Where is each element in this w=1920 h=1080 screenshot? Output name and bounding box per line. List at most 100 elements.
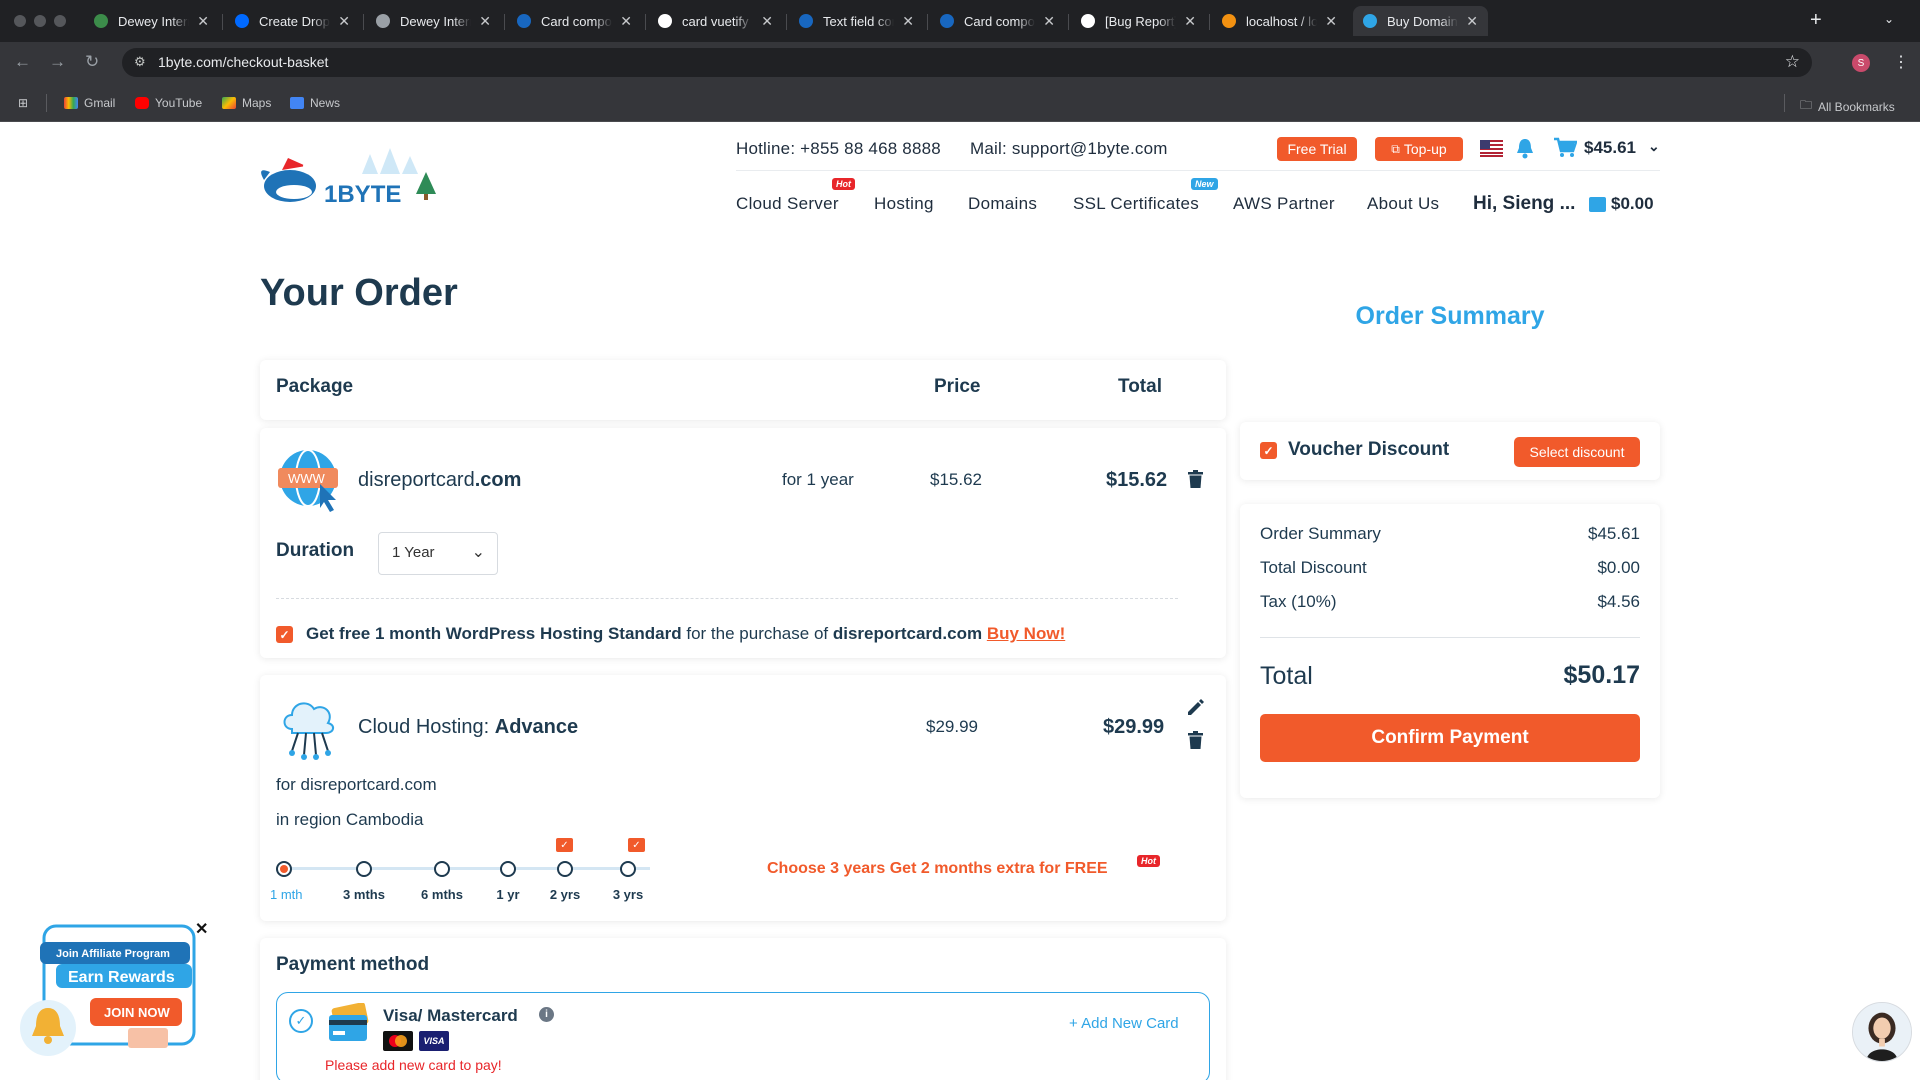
tab-title: Dewey International <box>118 13 189 29</box>
all-bookmarks[interactable]: 🗀 All Bookmarks <box>1800 96 1895 117</box>
browser-tab[interactable]: Text field component ✕ <box>789 6 924 36</box>
url-text[interactable]: 1byte.com/checkout-basket <box>158 54 328 70</box>
close-tab-icon[interactable]: ✕ <box>902 13 914 30</box>
bookmark-gmail[interactable]: Gmail <box>64 96 115 110</box>
period-option-label[interactable]: 1 mth <box>270 887 330 902</box>
nav-about-us[interactable]: About Us <box>1367 194 1439 214</box>
payment-method-name: Visa/ Mastercard <box>383 1006 518 1025</box>
close-tab-icon[interactable]: ✕ <box>338 13 350 30</box>
hosting-order-item: Cloud Hosting: Advance $29.99 $29.99 for… <box>260 675 1226 921</box>
buy-now-link[interactable]: Buy Now! <box>987 624 1065 643</box>
bookmarks-bar: ⊞ Gmail YouTube Maps News 🗀 All Bookmarks <box>0 82 1920 122</box>
summary-row-value: $0.00 <box>1597 558 1640 577</box>
user-greeting[interactable]: Hi, Sieng ... <box>1473 193 1575 215</box>
page-title: Your Order <box>260 272 458 314</box>
chevron-down-icon[interactable]: ⌄ <box>1648 138 1660 155</box>
domain-period: for 1 year <box>782 470 854 489</box>
us-flag-icon[interactable] <box>1480 140 1503 157</box>
order-summary-title: Order Summary <box>1355 302 1545 330</box>
support-chat-avatar[interactable] <box>1852 1002 1912 1062</box>
close-tab-icon[interactable]: ✕ <box>1325 13 1337 30</box>
forward-icon[interactable]: → <box>49 52 66 72</box>
browser-tab[interactable]: card vuetify - Google ✕ <box>648 6 783 36</box>
nav-ssl-certificates[interactable]: SSL Certificates <box>1073 194 1199 214</box>
close-tab-icon[interactable]: ✕ <box>1184 13 1196 30</box>
period-option-label[interactable]: 6 mths <box>412 887 472 902</box>
period-option-label[interactable]: 3 mths <box>334 887 394 902</box>
nav-hosting[interactable]: Hosting <box>874 194 934 214</box>
mastercard-icon <box>383 1031 413 1051</box>
close-icon[interactable]: ✕ <box>195 919 208 939</box>
nav-cloud-server[interactable]: Cloud Server <box>736 194 839 214</box>
site-info-icon[interactable]: ⚙ <box>134 54 146 70</box>
browser-tab[interactable]: [Bug Report] Card ✕ <box>1071 6 1206 36</box>
bookmark-maps[interactable]: Maps <box>222 96 271 110</box>
info-icon[interactable]: i <box>539 1007 554 1022</box>
site-logo[interactable]: 1BYTE <box>260 144 440 212</box>
reload-icon[interactable]: ↻ <box>85 52 99 72</box>
bookmark-star-icon[interactable]: ☆ <box>1785 52 1800 72</box>
topup-button[interactable]: ⧉ Top-up <box>1375 137 1463 161</box>
browser-menu-icon[interactable]: ⋮ <box>1893 52 1909 72</box>
period-option-radio[interactable] <box>276 861 292 877</box>
close-tab-icon[interactable]: ✕ <box>761 13 773 30</box>
cart-amount[interactable]: $45.61 <box>1584 138 1636 158</box>
close-tab-icon[interactable]: ✕ <box>197 13 209 30</box>
visa-mastercard-option[interactable]: ✓ Visa/ Mastercard i VISA Please add new… <box>276 992 1210 1080</box>
confirm-payment-button[interactable]: Confirm Payment <box>1260 714 1640 762</box>
period-option-radio[interactable] <box>500 861 516 877</box>
browser-tab[interactable]: Dewey International ✕ <box>84 6 219 36</box>
period-option-radio[interactable] <box>557 861 573 877</box>
close-tab-icon[interactable]: ✕ <box>1466 13 1478 30</box>
free-trial-button[interactable]: Free Trial <box>1277 137 1357 161</box>
bookmark-youtube[interactable]: YouTube <box>135 96 202 110</box>
domain-name: disreportcard.com <box>358 469 522 491</box>
close-tab-icon[interactable]: ✕ <box>620 13 632 30</box>
close-tab-icon[interactable]: ✕ <box>1043 13 1055 30</box>
browser-tab[interactable]: Card component - ✕ <box>930 6 1065 36</box>
hotline-text[interactable]: Hotline: +855 88 468 8888 <box>736 139 941 159</box>
tab-search-icon[interactable]: ⌄ <box>1884 12 1894 26</box>
profile-avatar[interactable]: S <box>1852 54 1870 72</box>
select-discount-button[interactable]: Select discount <box>1514 437 1640 467</box>
browser-tab[interactable]: Dewey International ✕ <box>366 6 501 36</box>
window-controls[interactable] <box>14 15 66 27</box>
nav-domains[interactable]: Domains <box>968 194 1037 214</box>
hosting-region: in region Cambodia <box>276 810 424 829</box>
period-option-label[interactable]: 3 yrs <box>598 887 658 902</box>
delete-icon[interactable] <box>1188 731 1203 749</box>
period-option-label[interactable]: 1 yr <box>478 887 538 902</box>
period-option-label[interactable]: 2 yrs <box>535 887 595 902</box>
edit-pencil-icon[interactable] <box>1186 699 1204 717</box>
period-slider-track[interactable] <box>284 867 650 870</box>
notification-bell-icon[interactable] <box>1514 137 1536 159</box>
duration-select[interactable]: 1 Year ⌄ <box>378 532 498 575</box>
browser-tab[interactable]: Buy Domain and Web ✕ <box>1353 6 1488 36</box>
period-option-radio[interactable] <box>434 861 450 877</box>
back-icon[interactable]: ← <box>14 52 31 72</box>
new-tab-icon[interactable]: + <box>1810 9 1822 32</box>
add-new-card-link[interactable]: + Add New Card <box>1069 1015 1179 1032</box>
bookmark-news[interactable]: News <box>290 96 340 110</box>
affiliate-program-banner[interactable]: Join Affiliate Program Earn Rewards JOIN… <box>18 912 208 1062</box>
voucher-label: Voucher Discount <box>1288 439 1450 460</box>
nav-aws-partner[interactable]: AWS Partner <box>1233 194 1335 214</box>
browser-tab[interactable]: Card component - ✕ <box>507 6 642 36</box>
wallet-amount[interactable]: $0.00 <box>1611 194 1654 214</box>
tab-title: [Bug Report] Card <box>1105 13 1177 29</box>
browser-tab[interactable]: Create Droplets - ✕ <box>225 6 360 36</box>
browser-tab[interactable]: localhost / localhost ✕ <box>1212 6 1347 36</box>
cart-icon[interactable] <box>1553 137 1577 159</box>
mail-text[interactable]: Mail: support@1byte.com <box>970 139 1168 159</box>
summary-row-value: $45.61 <box>1588 524 1640 543</box>
voucher-checkbox-icon[interactable]: ✓ <box>1260 442 1277 459</box>
tab-favicon-icon <box>94 14 108 28</box>
hot-badge: Hot <box>1137 855 1160 867</box>
period-option-radio[interactable] <box>356 861 372 877</box>
close-tab-icon[interactable]: ✕ <box>479 13 491 30</box>
delete-icon[interactable] <box>1188 470 1203 488</box>
period-option-radio[interactable] <box>620 861 636 877</box>
total-value: $50.17 <box>1563 661 1640 689</box>
apps-grid-icon[interactable]: ⊞ <box>18 96 28 110</box>
address-bar[interactable]: ⚙ 1byte.com/checkout-basket ☆ <box>122 48 1812 77</box>
